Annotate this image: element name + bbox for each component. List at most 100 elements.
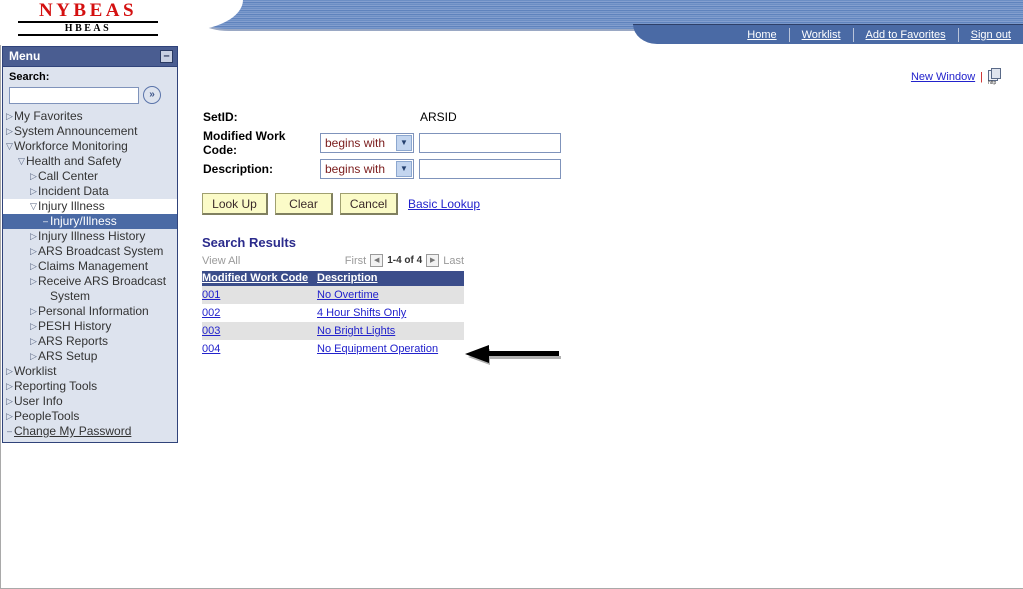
sidebar-item-label: Worklist	[14, 364, 57, 378]
operator-value: begins with	[325, 161, 386, 176]
sidebar-item-injury-illness-history[interactable]: ▷ Injury Illness History	[3, 229, 177, 244]
sidebar-item-injury-illness[interactable]: ▽ Injury Illness	[3, 199, 177, 214]
result-description-link[interactable]: No Bright Lights	[317, 325, 395, 337]
modified-work-code-operator-select[interactable]: begins with ▼	[320, 132, 414, 153]
expand-triangle-icon[interactable]: ▷	[29, 244, 38, 259]
result-description-link[interactable]: No Equipment Operation	[317, 343, 438, 355]
column-header-modified-work-code[interactable]: Modified Work Code	[202, 271, 317, 286]
expand-triangle-icon[interactable]: ▷	[5, 394, 14, 409]
http-page-icon[interactable]: http	[988, 68, 1003, 86]
result-code-link[interactable]: 001	[202, 289, 220, 301]
menu-tree: ▷ My Favorites ▷ System Announcement ▽ Workfo…	[3, 109, 177, 442]
sidebar-item-pesh-history[interactable]: ▷ PESH History	[3, 319, 177, 334]
logo-primary-text: NYBEAS	[18, 1, 158, 23]
results-range-count: 1-4 of 4	[387, 255, 423, 266]
first-page-link[interactable]: First	[345, 255, 366, 267]
cancel-button[interactable]: Cancel	[340, 193, 398, 215]
sidebar-item-label: System Announcement	[14, 124, 138, 138]
expand-triangle-icon[interactable]: ▷	[5, 109, 14, 124]
basic-lookup-link[interactable]: Basic Lookup	[408, 197, 480, 211]
sidebar-item-change-my-password[interactable]: – Change My Password	[3, 424, 177, 439]
sidebar-item-ars-reports[interactable]: ▷ ARS Reports	[3, 334, 177, 349]
collapse-triangle-icon[interactable]: ▽	[29, 199, 38, 214]
sidebar-item-label: Incident Data	[38, 184, 109, 198]
sidebar-item-my-favorites[interactable]: ▷ My Favorites	[3, 109, 177, 124]
clear-button[interactable]: Clear	[275, 193, 333, 215]
sidebar-item-label: Claims Management	[38, 259, 149, 273]
menu-collapse-button[interactable]: –	[160, 50, 173, 63]
table-row: 004 No Equipment Operation	[202, 340, 464, 358]
sidebar-item-label: PeopleTools	[14, 409, 80, 423]
sidebar-item-receive-ars-broadcast[interactable]: ▷ Receive ARS Broadcast	[3, 274, 177, 289]
expand-triangle-icon[interactable]: ▷	[29, 334, 38, 349]
column-header-description[interactable]: Description	[317, 271, 464, 286]
expand-triangle-icon[interactable]: ▷	[29, 184, 38, 199]
expand-triangle-icon[interactable]: ▷	[29, 259, 38, 274]
collapse-triangle-icon[interactable]: ▽	[17, 154, 26, 169]
sidebar-item-personal-information[interactable]: ▷ Personal Information	[3, 304, 177, 319]
expand-triangle-icon[interactable]: ▷	[29, 319, 38, 334]
sidebar-item-label-wrap: System	[50, 289, 91, 303]
search-submit-icon[interactable]: »	[143, 86, 161, 104]
sidebar-item-injury-illness[interactable]: – Injury/Illness	[3, 214, 177, 229]
leaf-dash-icon[interactable]: –	[41, 214, 50, 229]
expand-triangle-icon[interactable]: ▷	[29, 304, 38, 319]
sidebar-item-workforce-monitoring[interactable]: ▽ Workforce Monitoring	[3, 139, 177, 154]
sidebar-item-label: Injury Illness History	[38, 229, 146, 243]
nav-add-to-favorites[interactable]: Add to Favorites	[854, 25, 958, 45]
result-description-link[interactable]: 4 Hour Shifts Only	[317, 307, 406, 319]
search-input[interactable]	[9, 86, 139, 104]
description-operator-select[interactable]: begins with ▼	[320, 158, 414, 179]
look-up-button[interactable]: Look Up	[202, 193, 268, 215]
sidebar-item-system-announcement[interactable]: ▷ System Announcement	[3, 124, 177, 139]
result-code-link[interactable]: 002	[202, 307, 220, 319]
last-page-link[interactable]: Last	[443, 255, 464, 267]
expand-triangle-icon[interactable]: ▷	[29, 274, 38, 289]
search-results-section: Search Results View All First ◀ 1-4 of 4…	[202, 235, 464, 358]
sidebar-item-call-center[interactable]: ▷ Call Center	[3, 169, 177, 184]
result-description-link[interactable]: No Overtime	[317, 289, 379, 301]
modified-work-code-input[interactable]	[419, 132, 561, 153]
sidebar-item-ars-setup[interactable]: ▷ ARS Setup	[3, 349, 177, 364]
new-window-link[interactable]: New Window	[911, 71, 975, 83]
expand-triangle-icon[interactable]: ▷	[5, 409, 14, 424]
nav-sign-out[interactable]: Sign out	[959, 25, 1023, 45]
chevron-down-icon[interactable]: ▼	[396, 160, 412, 177]
table-row: 001 No Overtime	[202, 286, 464, 304]
search-results-table: Modified Work Code Description 001 No Ove…	[202, 271, 464, 358]
table-row: 003 No Bright Lights	[202, 322, 464, 340]
expand-triangle-icon[interactable]: ▷	[5, 124, 14, 139]
sidebar-item-claims-management[interactable]: ▷ Claims Management	[3, 259, 177, 274]
sidebar-item-ars-broadcast-system[interactable]: ▷ ARS Broadcast System	[3, 244, 177, 259]
expand-triangle-icon[interactable]: ▷	[5, 364, 14, 379]
sidebar-item-user-info[interactable]: ▷ User Info	[3, 394, 177, 409]
sidebar-item-label: PESH History	[38, 319, 112, 333]
sidebar-item-health-and-safety[interactable]: ▽ Health and Safety	[3, 154, 177, 169]
view-all-link[interactable]: View All	[202, 255, 240, 267]
sidebar-item-peopletools[interactable]: ▷ PeopleTools	[3, 409, 177, 424]
next-page-icon[interactable]: ▶	[426, 254, 440, 267]
leaf-dash-icon[interactable]: –	[5, 424, 14, 439]
setid-value: ARSID	[420, 109, 457, 124]
logo-secondary-text: HBEAS	[18, 23, 158, 36]
result-code-link[interactable]: 003	[202, 325, 220, 337]
description-input[interactable]	[419, 158, 561, 179]
expand-triangle-icon[interactable]: ▷	[29, 349, 38, 364]
menu-header-label: Menu	[9, 49, 41, 63]
expand-triangle-icon[interactable]: ▷	[29, 229, 38, 244]
nav-worklist[interactable]: Worklist	[790, 25, 853, 45]
expand-triangle-icon[interactable]: ▷	[5, 379, 14, 394]
previous-page-icon[interactable]: ◀	[370, 254, 384, 267]
cell-description: No Equipment Operation	[317, 340, 464, 358]
description-row: Description: begins with ▼	[203, 158, 561, 179]
sidebar-item-worklist[interactable]: ▷ Worklist	[3, 364, 177, 379]
setid-label: SetID:	[203, 109, 238, 124]
form-action-buttons: Look Up Clear Cancel Basic Lookup	[202, 193, 480, 215]
expand-triangle-icon[interactable]: ▷	[29, 169, 38, 184]
collapse-triangle-icon[interactable]: ▽	[5, 139, 14, 154]
nav-home[interactable]: Home	[735, 25, 788, 45]
chevron-down-icon[interactable]: ▼	[396, 134, 412, 151]
result-code-link[interactable]: 004	[202, 343, 220, 355]
sidebar-item-incident-data[interactable]: ▷ Incident Data	[3, 184, 177, 199]
sidebar-item-reporting-tools[interactable]: ▷ Reporting Tools	[3, 379, 177, 394]
